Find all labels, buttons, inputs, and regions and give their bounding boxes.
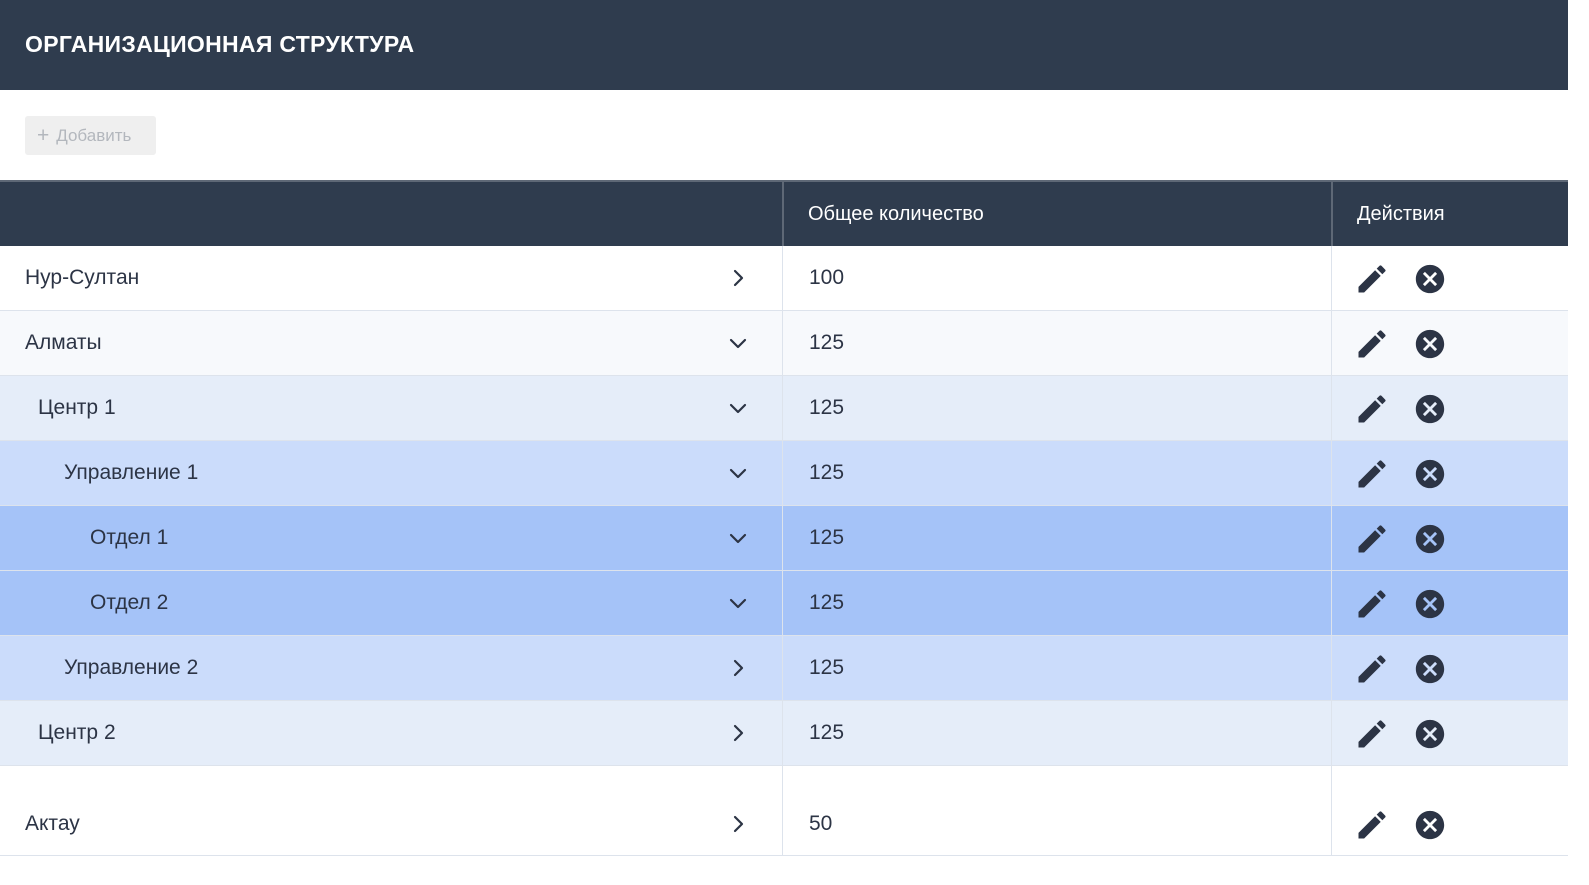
column-divider <box>782 636 783 700</box>
column-divider <box>782 441 783 505</box>
pencil-icon[interactable] <box>1354 456 1390 492</box>
close-circle-icon[interactable] <box>1413 808 1447 842</box>
column-divider <box>782 376 783 440</box>
column-divider <box>1331 246 1332 310</box>
chevron-down-icon[interactable] <box>726 396 750 420</box>
row-count: 125 <box>809 591 845 614</box>
row-count: 100 <box>809 266 845 289</box>
add-button-label: Добавить <box>56 125 132 145</box>
row-name: Алматы <box>25 331 102 354</box>
close-circle-icon[interactable] <box>1413 392 1447 426</box>
table-body: Нур-Султан 100 Алматы 125 Центр 1 125 Управлен… <box>0 246 1568 856</box>
org-structure-table: Общее количество Действия Нур-Султан 100 А… <box>0 180 1568 856</box>
table-header: Общее количество Действия <box>0 180 1568 246</box>
row-count: 125 <box>809 331 845 354</box>
column-divider <box>1331 311 1332 375</box>
row-count: 50 <box>809 812 833 835</box>
table-row[interactable]: Актау 50 <box>0 766 1568 856</box>
row-name: Актау <box>25 812 80 835</box>
table-row[interactable]: Центр 2 125 <box>0 701 1568 766</box>
page-header: ОРГАНИЗАЦИОННАЯ СТРУКТУРА <box>0 0 1568 90</box>
pencil-icon[interactable] <box>1354 651 1390 687</box>
pencil-icon[interactable] <box>1354 521 1390 557</box>
column-header-count: Общее количество <box>808 202 984 225</box>
close-circle-icon[interactable] <box>1413 457 1447 491</box>
table-row[interactable]: Управление 2 125 <box>0 636 1568 701</box>
close-circle-icon[interactable] <box>1413 327 1447 361</box>
row-name: Управление 2 <box>64 656 199 679</box>
pencil-icon[interactable] <box>1354 716 1390 752</box>
pencil-icon[interactable] <box>1354 391 1390 427</box>
column-divider <box>782 506 783 570</box>
chevron-right-icon[interactable] <box>726 266 750 290</box>
table-row[interactable]: Центр 1 125 <box>0 376 1568 441</box>
row-name: Центр 1 <box>38 396 116 419</box>
column-divider <box>782 182 784 246</box>
chevron-down-icon[interactable] <box>726 461 750 485</box>
table-row[interactable]: Отдел 1 125 <box>0 506 1568 571</box>
column-divider <box>1331 182 1333 246</box>
column-divider <box>1331 701 1332 765</box>
pencil-icon[interactable] <box>1354 326 1390 362</box>
row-count: 125 <box>809 461 845 484</box>
row-count: 125 <box>809 396 845 419</box>
column-divider <box>1331 506 1332 570</box>
row-name: Нур-Султан <box>25 266 140 289</box>
close-circle-icon[interactable] <box>1413 262 1447 296</box>
row-count: 125 <box>809 526 845 549</box>
column-divider <box>1331 376 1332 440</box>
close-circle-icon[interactable] <box>1413 652 1447 686</box>
row-name: Отдел 1 <box>90 526 169 549</box>
chevron-right-icon[interactable] <box>726 812 750 836</box>
row-count: 125 <box>809 656 845 679</box>
column-divider <box>782 701 783 765</box>
pencil-icon[interactable] <box>1354 261 1390 297</box>
column-divider <box>782 311 783 375</box>
column-divider <box>1331 441 1332 505</box>
pencil-icon[interactable] <box>1354 807 1390 843</box>
column-header-actions: Действия <box>1357 202 1445 225</box>
pencil-icon[interactable] <box>1354 586 1390 622</box>
column-divider <box>782 246 783 310</box>
chevron-right-icon[interactable] <box>726 656 750 680</box>
table-row[interactable]: Управление 1 125 <box>0 441 1568 506</box>
table-row[interactable]: Алматы 125 <box>0 311 1568 376</box>
page-title: ОРГАНИЗАЦИОННАЯ СТРУКТУРА <box>25 31 415 57</box>
row-count: 125 <box>809 721 845 744</box>
row-name: Центр 2 <box>38 721 116 744</box>
close-circle-icon[interactable] <box>1413 587 1447 621</box>
column-divider <box>782 571 783 635</box>
close-circle-icon[interactable] <box>1413 717 1447 751</box>
chevron-down-icon[interactable] <box>726 526 750 550</box>
table-row[interactable]: Отдел 2 125 <box>0 571 1568 636</box>
chevron-down-icon[interactable] <box>726 591 750 615</box>
column-divider <box>782 766 783 855</box>
plus-icon: + <box>37 124 50 147</box>
add-button[interactable]: + Добавить <box>25 116 156 155</box>
chevron-right-icon[interactable] <box>726 721 750 745</box>
table-row[interactable]: Нур-Султан 100 <box>0 246 1568 311</box>
close-circle-icon[interactable] <box>1413 522 1447 556</box>
row-name: Управление 1 <box>64 461 199 484</box>
column-divider <box>1331 766 1332 855</box>
row-name: Отдел 2 <box>90 591 169 614</box>
column-divider <box>1331 636 1332 700</box>
chevron-down-icon[interactable] <box>726 331 750 355</box>
column-divider <box>1331 571 1332 635</box>
